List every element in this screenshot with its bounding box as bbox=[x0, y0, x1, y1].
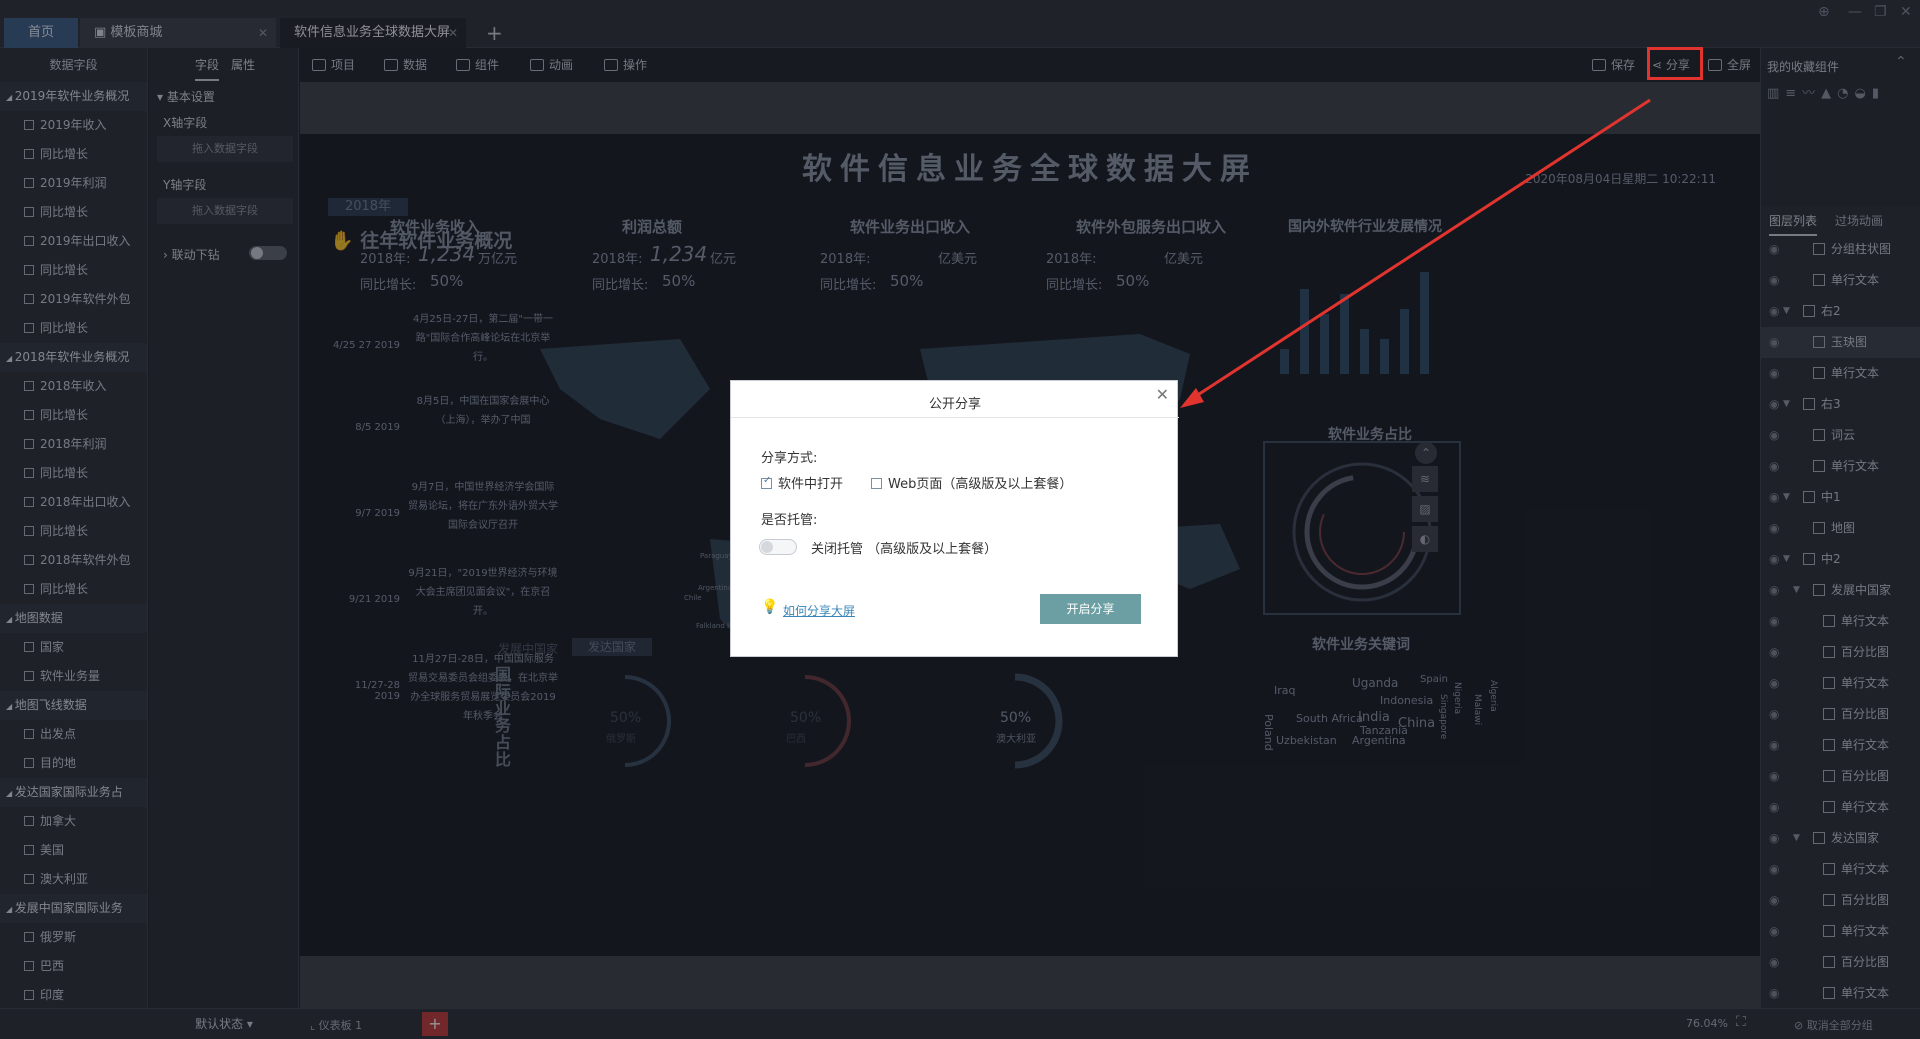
option-label: 软件中打开 bbox=[778, 477, 844, 492]
checkbox-web[interactable] bbox=[871, 478, 882, 489]
option-software[interactable]: 软件中打开 bbox=[761, 473, 843, 492]
checkbox-software[interactable] bbox=[761, 475, 772, 489]
help-link[interactable]: 如何分享大屏 bbox=[783, 602, 855, 619]
hosting-toggle[interactable] bbox=[759, 539, 797, 555]
divider bbox=[731, 417, 1179, 418]
dialog-title: 公开分享 bbox=[928, 397, 981, 412]
hosting-label: 是否托管: bbox=[761, 513, 818, 528]
share-dialog: 公开分享 ✕ 分享方式: 软件中打开 Web页面（高级版及以上套餐） 是否托管:… bbox=[730, 380, 1179, 657]
hosting-off-label: 关闭托管 （高级版及以上套餐） bbox=[811, 542, 998, 557]
option-web[interactable]: Web页面（高级版及以上套餐） bbox=[871, 473, 1072, 492]
option-label: Web页面（高级版及以上套餐） bbox=[888, 477, 1073, 492]
share-method-label: 分享方式: bbox=[761, 451, 818, 466]
lightbulb-icon: 💡 bbox=[761, 599, 779, 615]
start-share-button[interactable]: 开启分享 bbox=[1040, 594, 1141, 624]
highlight-box bbox=[1647, 47, 1703, 80]
close-icon[interactable]: ✕ bbox=[1156, 385, 1169, 404]
